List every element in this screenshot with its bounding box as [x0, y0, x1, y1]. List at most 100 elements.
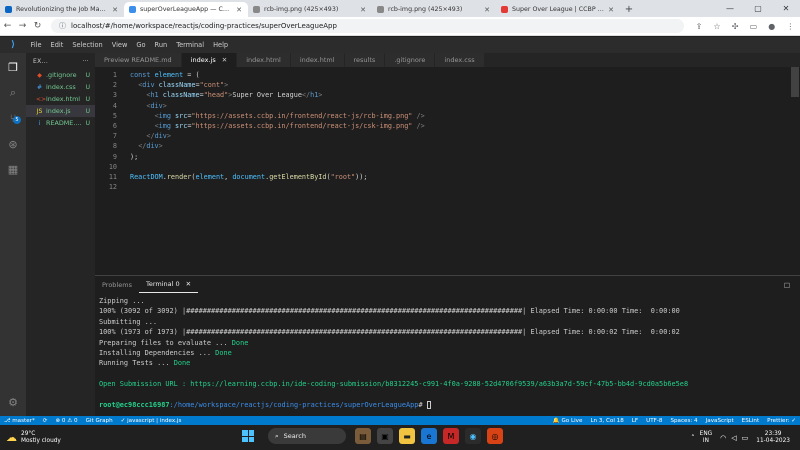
maximize-icon[interactable]: ▢: [744, 0, 772, 17]
status-item[interactable]: ⎇ master*: [4, 418, 35, 424]
menu-item[interactable]: Terminal: [172, 41, 209, 49]
menu-item[interactable]: View: [107, 41, 132, 49]
battery-icon[interactable]: ▭: [742, 434, 749, 442]
file-item[interactable]: JS index.js U: [26, 105, 95, 117]
prompt-path: :/home/workspace/reactjs/coding-practice…: [169, 400, 419, 409]
language-indicator[interactable]: ENG IN: [700, 431, 713, 445]
files-icon[interactable]: ❐: [5, 59, 21, 75]
status-item[interactable]: Spaces: 4: [670, 418, 697, 424]
editor-tab[interactable]: index.html: [237, 53, 291, 67]
chrome-icon[interactable]: ◎: [487, 428, 503, 444]
file-item[interactable]: <> index.html U: [26, 93, 95, 105]
extensions-icon[interactable]: ▦: [5, 161, 21, 177]
menu-kebab-icon[interactable]: ⋮: [786, 22, 794, 31]
close-icon[interactable]: ✕: [222, 56, 227, 64]
sidebar-icon[interactable]: ▭: [750, 22, 758, 31]
status-item[interactable]: ⟳: [43, 418, 48, 424]
editor-tab[interactable]: index.html: [290, 53, 345, 67]
file-explorer-icon[interactable]: ▬: [399, 428, 415, 444]
menu-item[interactable]: Help: [209, 41, 233, 49]
browser-tab-title: Super Over League | CCBP React: [512, 6, 604, 13]
edge-icon[interactable]: e: [421, 428, 437, 444]
close-icon[interactable]: ✕: [608, 6, 614, 14]
browser-tab[interactable]: Revolutionizing the Job Market | N ✕: [0, 2, 124, 17]
close-icon[interactable]: ✕: [112, 6, 118, 14]
status-item[interactable]: LF: [632, 418, 638, 424]
app-icon[interactable]: ◉: [465, 428, 481, 444]
browser-tab[interactable]: rcb-img.png (425×493) ✕: [372, 2, 496, 17]
menu-item[interactable]: Run: [150, 41, 172, 49]
weather-widget[interactable]: ☁ 29°C Mostly cloudy: [6, 431, 96, 445]
url-input[interactable]: ⓘ localhost/#/home/workspace/reactjs/codi…: [51, 19, 684, 33]
file-item[interactable]: i README.... U: [26, 117, 95, 129]
browser-tab[interactable]: superOverLeagueApp — CCBP ID ✕: [124, 2, 248, 17]
editor-scrollbar[interactable]: [791, 67, 799, 97]
extensions-icon[interactable]: ✣: [732, 22, 739, 31]
maximize-panel-icon[interactable]: □: [784, 281, 790, 289]
status-item[interactable]: Git Graph: [86, 418, 113, 424]
code-editor[interactable]: 1 const element = (2 <div className="cont…: [95, 67, 800, 274]
menu-item[interactable]: Go: [132, 41, 150, 49]
status-item[interactable]: ESLint: [742, 418, 760, 424]
taskbar-search[interactable]: ⌕ Search: [268, 428, 346, 444]
menu-item[interactable]: Edit: [46, 41, 68, 49]
tab-terminal[interactable]: Terminal 0 ✕: [138, 276, 199, 293]
favicon-icon: [501, 6, 508, 13]
code-text: const element = (: [130, 71, 200, 79]
terminal-line: 100% (3092 of 3092) |###################…: [99, 306, 688, 316]
widgets-icon[interactable]: ▤: [355, 428, 371, 444]
settings-gear-icon[interactable]: ⚙: [5, 394, 21, 410]
chevron-up-icon[interactable]: ˄: [691, 434, 695, 442]
status-item[interactable]: 🔔 Go Live: [553, 418, 583, 424]
bookmark-star-icon[interactable]: ☆: [713, 22, 720, 31]
browser-tab[interactable]: rcb-img.png (425×493) ✕: [248, 2, 372, 17]
menu-item[interactable]: Selection: [68, 41, 107, 49]
reload-icon[interactable]: ↻: [30, 21, 45, 31]
editor-tab[interactable]: index.css: [435, 53, 485, 67]
code-line: 3 <h1 className="head">Super Over League…: [95, 90, 800, 100]
mcafee-icon[interactable]: M: [443, 428, 459, 444]
volume-icon[interactable]: ◁: [731, 434, 736, 442]
windows-start-icon[interactable]: [242, 430, 254, 442]
more-actions-icon[interactable]: ···: [82, 58, 89, 65]
terminal-text: 100% (3092 of 3092) |###################…: [99, 307, 680, 316]
file-item[interactable]: # index.css U: [26, 81, 95, 93]
share-icon[interactable]: ⇪: [696, 22, 703, 31]
favicon-icon: [129, 6, 136, 13]
task-view-icon[interactable]: ▣: [377, 428, 393, 444]
close-icon[interactable]: ✕: [484, 6, 490, 14]
close-icon[interactable]: ✕: [186, 280, 191, 288]
tab-problems[interactable]: Problems: [95, 276, 139, 293]
code-line: 4 <div>: [95, 101, 800, 111]
profile-icon[interactable]: ●: [768, 22, 775, 31]
clock[interactable]: 23:39 11-04-2023: [756, 431, 790, 445]
cloud-sun-icon: ☁: [6, 431, 17, 444]
code-line: 7 </div>: [95, 131, 800, 141]
status-item[interactable]: ✓ javascript | index.js: [121, 418, 182, 424]
close-icon[interactable]: ✕: [772, 0, 800, 17]
editor-tab[interactable]: results: [344, 53, 386, 67]
status-item[interactable]: Ln 3, Col 18: [590, 418, 623, 424]
info-icon[interactable]: ⓘ: [59, 21, 66, 31]
editor-tab[interactable]: index.js ✕: [181, 53, 238, 67]
file-item[interactable]: ◆ .gitignore U: [26, 69, 95, 81]
search-icon[interactable]: ⌕: [5, 85, 21, 101]
editor-tab[interactable]: .gitignore: [385, 53, 436, 67]
status-item[interactable]: Prettier: ✓: [767, 418, 796, 424]
menu-item[interactable]: File: [26, 41, 46, 49]
new-tab-button[interactable]: +: [620, 2, 638, 17]
back-icon[interactable]: ←: [0, 21, 15, 31]
status-item[interactable]: ⊗ 0 ⚠ 0: [55, 418, 77, 424]
close-icon[interactable]: ✕: [236, 6, 242, 14]
debug-icon[interactable]: ⊛: [5, 136, 21, 152]
browser-tab[interactable]: Super Over League | CCBP React ✕: [496, 2, 620, 17]
status-item[interactable]: UTF-8: [646, 418, 662, 424]
minimize-icon[interactable]: —: [716, 0, 744, 17]
line-number: 7: [112, 132, 117, 141]
terminal-output[interactable]: Zipping ... 100% (3092 of 3092) |########…: [99, 296, 688, 410]
forward-icon[interactable]: →: [15, 21, 30, 31]
editor-tab[interactable]: Preview README.md: [95, 53, 182, 67]
close-icon[interactable]: ✕: [360, 6, 366, 14]
status-item[interactable]: JavaScript: [706, 418, 734, 424]
wifi-icon[interactable]: ◠: [720, 434, 726, 442]
